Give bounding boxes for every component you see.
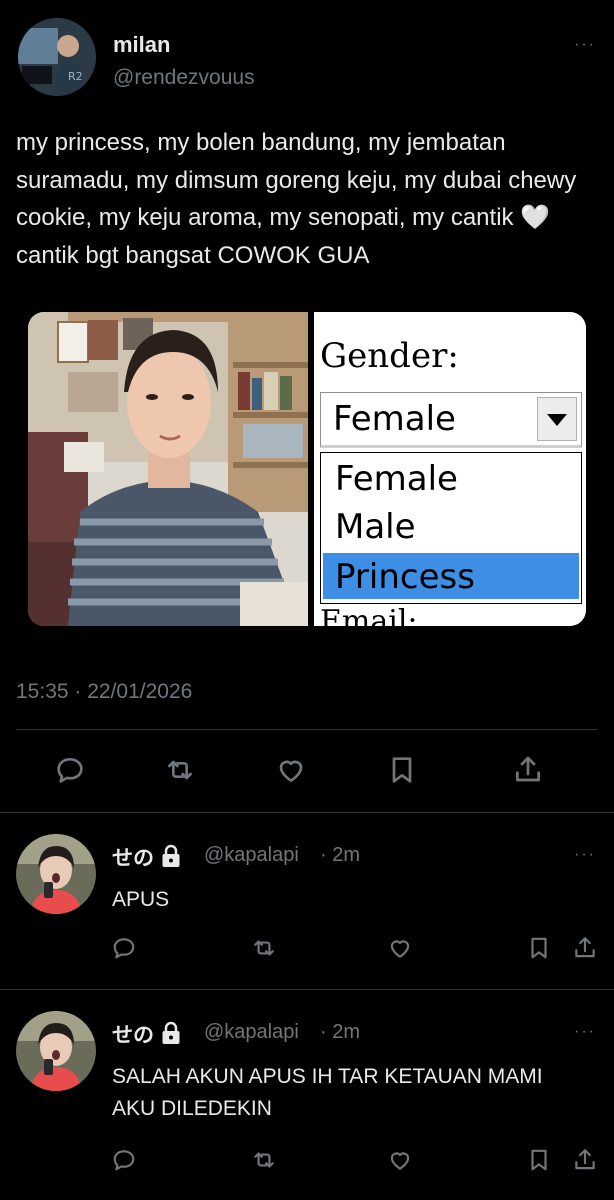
option-female: Female [335,459,458,499]
svg-text:R2: R2 [68,70,83,83]
bookmark-icon[interactable] [384,752,420,788]
like-icon[interactable] [386,1146,414,1174]
option-princess-highlighted: Princess [323,553,579,599]
divider [0,989,614,990]
reply-text: APUS [112,888,170,911]
option-male: Male [335,507,416,547]
author-name[interactable]: milan [113,32,170,58]
bookmark-icon[interactable] [525,1146,553,1174]
retweet-icon[interactable] [250,934,278,962]
reply-avatar-photo [16,1011,96,1091]
reply-time: · 2m [320,1021,360,1043]
avatar-photo: R2 [18,18,96,96]
share-icon[interactable] [571,934,599,962]
share-icon[interactable] [510,752,546,788]
selfie-photo [28,312,308,626]
tweet-timestamp[interactable]: 15:35 · 22/01/2026 [16,680,192,704]
like-icon[interactable] [273,752,309,788]
gender-select: Female [320,392,582,448]
reply-avatar-photo [16,834,96,914]
bookmark-icon[interactable] [525,934,553,962]
more-options-icon[interactable]: ··· [574,846,596,864]
lock-icon [162,844,180,867]
more-options-icon[interactable]: ··· [574,1023,596,1041]
divider [0,812,614,813]
lock-icon [162,1021,180,1044]
divider [16,729,598,730]
share-icon[interactable] [571,1146,599,1174]
reply-icon[interactable] [110,934,138,962]
reply-avatar[interactable] [16,834,96,914]
email-label: Email: [320,604,418,626]
retweet-icon[interactable] [250,1146,278,1174]
gender-label: Gender: [320,336,459,376]
reply-handle[interactable]: @kapalapi [204,844,299,867]
reply-handle[interactable]: @kapalapi [204,1021,299,1044]
reply-time: · 2m [320,844,360,866]
like-icon[interactable] [386,934,414,962]
gender-dropdown-meme: Gender: Female Female Male Princess Emai… [314,312,586,626]
select-value: Female [333,399,456,439]
reply-author-name[interactable]: せの [112,842,182,872]
reply-avatar[interactable] [16,1011,96,1091]
reply-icon[interactable] [110,1146,138,1174]
option-princess: Princess [335,557,475,597]
chevron-down-icon [537,397,577,441]
reply-icon[interactable] [52,752,88,788]
reply-author-name[interactable]: せの [112,1019,182,1049]
author-handle[interactable]: @rendezvouus [113,66,255,90]
author-avatar[interactable]: R2 [18,18,96,96]
tweet-media[interactable]: Gender: Female Female Male Princess Emai… [28,312,586,626]
options-list: Female Male Princess [320,452,582,604]
reply-text: SALAH AKUN APUS IH TAR KETAUAN MAMI AKU … [112,1065,543,1120]
retweet-icon[interactable] [162,752,198,788]
tweet-text: my princess, my bolen bandung, my jembat… [16,129,577,269]
more-options-icon[interactable]: ··· [574,36,596,54]
